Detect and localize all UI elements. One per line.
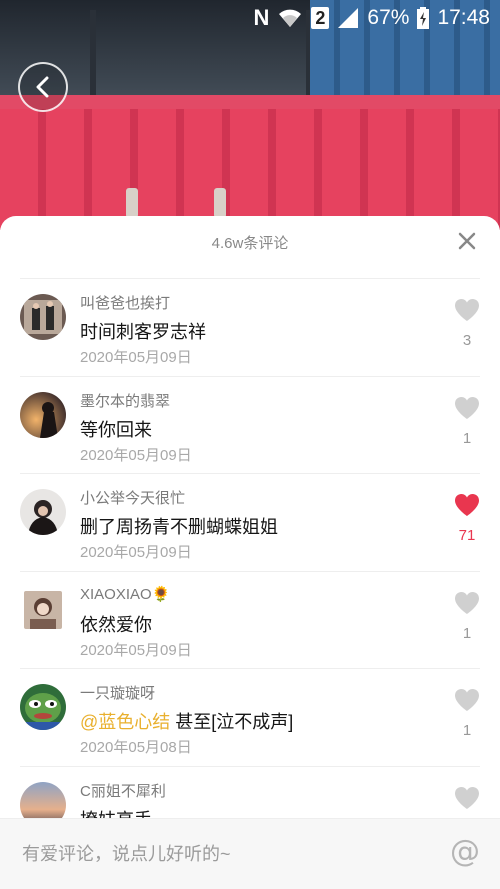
comment-username[interactable]: C丽姐不犀利: [80, 780, 166, 801]
back-button[interactable]: [18, 62, 68, 112]
comment-item[interactable]: 小公举今天很忙 删了周扬青不删蝴蝶姐姐 2020年05月09日 71: [0, 475, 500, 573]
like-count: 1: [462, 430, 472, 447]
comment-date: 2020年05月09日: [80, 349, 192, 366]
comment-text: 等你回来: [80, 420, 152, 440]
avatar[interactable]: [20, 489, 66, 535]
comment-text: 时间刺客罗志祥: [80, 322, 206, 342]
divider: [20, 571, 480, 572]
mention-button[interactable]: @: [450, 837, 480, 867]
divider: [20, 473, 480, 474]
comment-text: @蓝色心结 甚至[泣不成声]: [80, 708, 293, 734]
comment-username[interactable]: 叫爸爸也挨打: [80, 292, 170, 313]
comment-date: 2020年05月09日: [80, 544, 192, 561]
divider: [20, 668, 480, 669]
video-scene-valve: [126, 188, 138, 218]
comment-username[interactable]: XIAOXIAO🌻: [80, 585, 170, 603]
battery-icon: [417, 7, 430, 29]
avatar[interactable]: [20, 294, 66, 340]
comment-text: 依然爱你: [80, 615, 152, 635]
comment-item[interactable]: 叫爸爸也挨打 时间刺客罗志祥 2020年05月09日 3: [0, 280, 500, 378]
comment-date: 2020年05月08日: [80, 739, 192, 756]
status-bar: N 2 67% 17:48: [0, 0, 500, 36]
divider: [20, 766, 480, 767]
comment-text-body: 甚至[泣不成声]: [170, 712, 294, 732]
comments-sheet: 4.6w条评论 叫爸爸也挨打 时间刺客罗志祥 2020年05月09日 3 墨尔本…: [0, 216, 500, 888]
battery-percent: 67%: [367, 6, 410, 29]
like-count: 3: [462, 332, 472, 349]
like-count: 1: [462, 722, 472, 739]
video-scene-red-container: [0, 95, 500, 230]
heart-icon[interactable]: [454, 298, 480, 322]
like-count: 1: [462, 625, 472, 642]
divider: [20, 278, 480, 279]
heart-icon[interactable]: [454, 396, 480, 420]
comment-input-bar: @: [0, 818, 500, 889]
heart-icon[interactable]: [454, 688, 480, 712]
chevron-left-icon: [36, 76, 49, 98]
comment-text: 删了周扬青不删蝴蝶姐姐: [80, 517, 278, 537]
user-mention[interactable]: @蓝色心结: [80, 712, 170, 732]
nfc-icon: N: [253, 5, 270, 30]
comment-date: 2020年05月09日: [80, 642, 192, 659]
wifi-icon: [277, 7, 303, 29]
comment-username[interactable]: 一只璇璇呀: [80, 682, 155, 703]
avatar[interactable]: [20, 392, 66, 438]
close-button[interactable]: [456, 230, 478, 252]
heart-icon[interactable]: [454, 591, 480, 615]
comments-header: 4.6w条评论: [0, 216, 500, 268]
sim-badge: 2: [311, 7, 330, 29]
heart-icon[interactable]: [454, 786, 480, 810]
heart-icon[interactable]: [454, 493, 480, 517]
comment-date: 2020年05月09日: [80, 447, 192, 464]
clock: 17:48: [437, 6, 490, 29]
comment-item[interactable]: 墨尔本的翡翠 等你回来 2020年05月09日 1: [0, 378, 500, 476]
like-count: 71: [458, 527, 476, 544]
video-scene-valve: [214, 188, 226, 218]
comment-username[interactable]: 小公举今天很忙: [80, 487, 185, 508]
comment-username[interactable]: 墨尔本的翡翠: [80, 390, 170, 411]
signal-icon: [337, 7, 359, 29]
close-icon: [458, 232, 476, 250]
avatar[interactable]: [24, 591, 62, 629]
comments-count-title: 4.6w条评论: [211, 235, 289, 252]
comment-item[interactable]: 一只璇璇呀 @蓝色心结 甚至[泣不成声] 2020年05月08日 1: [0, 670, 500, 768]
divider: [20, 376, 480, 377]
comment-input[interactable]: [0, 819, 430, 889]
avatar[interactable]: [20, 684, 66, 730]
comment-item[interactable]: XIAOXIAO🌻 依然爱你 2020年05月09日 1: [0, 573, 500, 671]
